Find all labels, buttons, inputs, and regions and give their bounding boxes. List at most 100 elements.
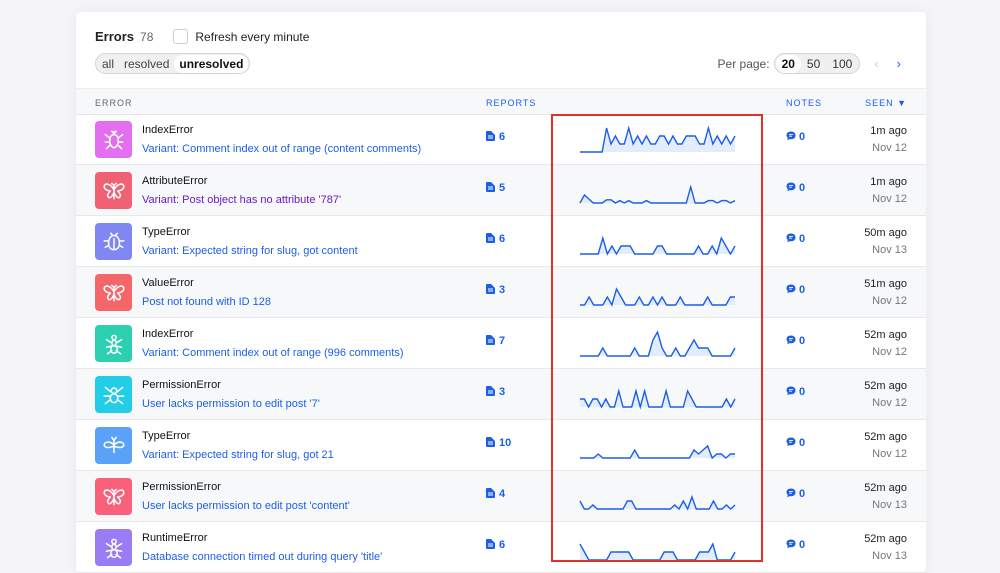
error-variant-link[interactable]: User lacks permission to edit post 'cont… bbox=[142, 500, 350, 512]
table-row[interactable]: PermissionError User lacks permission to… bbox=[76, 471, 926, 522]
notes-link[interactable]: 0 bbox=[786, 488, 805, 500]
comment-icon bbox=[786, 386, 796, 396]
reports-link[interactable]: 6 bbox=[486, 131, 505, 143]
notes-count: 0 bbox=[799, 335, 806, 347]
notes-link[interactable]: 0 bbox=[786, 131, 805, 143]
seen-date: Nov 12 bbox=[872, 142, 907, 154]
reports-link[interactable]: 10 bbox=[486, 437, 511, 449]
comment-icon bbox=[786, 233, 796, 243]
table-row[interactable]: TypeError Variant: Expected string for s… bbox=[76, 420, 926, 471]
notes-link[interactable]: 0 bbox=[786, 335, 805, 347]
reports-link[interactable]: 5 bbox=[486, 182, 505, 194]
per-page-selector: 20 50 100 bbox=[773, 53, 861, 74]
error-variant-link[interactable]: Variant: Comment index out of range (996… bbox=[142, 347, 403, 359]
reports-link[interactable]: 6 bbox=[486, 539, 505, 551]
col-seen[interactable]: SEEN ▼ bbox=[865, 98, 907, 108]
seen-relative: 51m ago bbox=[864, 278, 907, 290]
butterfly-icon bbox=[95, 478, 132, 515]
table-row[interactable]: ValueError Post not found with ID 128 3 … bbox=[76, 267, 926, 318]
error-variant-link[interactable]: Database connection timed out during que… bbox=[142, 551, 382, 563]
error-variant-link[interactable]: Variant: Comment index out of range (con… bbox=[142, 143, 421, 155]
document-icon bbox=[486, 386, 495, 396]
last-seen: 51m ago Nov 12 bbox=[864, 276, 907, 310]
comment-icon bbox=[786, 335, 796, 345]
filter-all[interactable]: all bbox=[97, 55, 119, 73]
per-page-100[interactable]: 100 bbox=[826, 55, 858, 73]
error-name[interactable]: PermissionError bbox=[142, 379, 221, 391]
per-page-20[interactable]: 20 bbox=[775, 54, 801, 73]
col-reports[interactable]: REPORTS bbox=[486, 98, 536, 108]
error-name[interactable]: ValueError bbox=[142, 277, 194, 289]
seen-date: Nov 13 bbox=[872, 499, 907, 511]
notes-link[interactable]: 0 bbox=[786, 284, 805, 296]
notes-link[interactable]: 0 bbox=[786, 386, 805, 398]
reports-link[interactable]: 3 bbox=[486, 284, 505, 296]
prev-page-button[interactable]: ‹ bbox=[874, 56, 878, 71]
seen-date: Nov 13 bbox=[872, 550, 907, 562]
notes-link[interactable]: 0 bbox=[786, 539, 805, 551]
notes-link[interactable]: 0 bbox=[786, 437, 805, 449]
refresh-checkbox[interactable] bbox=[173, 29, 189, 44]
sparkline-line bbox=[580, 388, 736, 410]
sparkline bbox=[580, 444, 735, 460]
error-name[interactable]: IndexError bbox=[142, 124, 193, 136]
reports-link[interactable]: 7 bbox=[486, 335, 505, 347]
document-icon bbox=[486, 488, 495, 498]
notes-link[interactable]: 0 bbox=[786, 233, 805, 245]
table-row[interactable]: IndexError Variant: Comment index out of… bbox=[76, 114, 926, 165]
seen-date: Nov 13 bbox=[872, 244, 907, 256]
seen-relative: 50m ago bbox=[864, 227, 907, 239]
table-row[interactable]: RuntimeError Database connection timed o… bbox=[76, 522, 926, 573]
next-page-button[interactable]: › bbox=[897, 56, 901, 71]
reports-count: 10 bbox=[499, 437, 512, 449]
last-seen: 52m ago Nov 13 bbox=[864, 480, 907, 514]
sparkline bbox=[580, 235, 736, 256]
table-row[interactable]: AttributeError Variant: Post object has … bbox=[76, 165, 926, 216]
error-variant-link[interactable]: Variant: Expected string for slug, got 2… bbox=[142, 449, 334, 461]
document-icon bbox=[486, 182, 495, 192]
reports-link[interactable]: 4 bbox=[486, 488, 505, 500]
notes-count: 0 bbox=[799, 437, 806, 449]
error-variant-link[interactable]: Post not found with ID 128 bbox=[142, 296, 271, 308]
sparkline bbox=[579, 494, 736, 511]
per-page-label: Per page: bbox=[717, 56, 770, 71]
butterfly-icon bbox=[95, 274, 132, 311]
filter-resolved[interactable]: resolved bbox=[119, 55, 174, 73]
error-name[interactable]: TypeError bbox=[142, 226, 190, 238]
col-notes[interactable]: NOTES bbox=[786, 98, 822, 108]
notes-count: 0 bbox=[799, 284, 806, 296]
reports-count: 6 bbox=[499, 131, 506, 143]
error-name[interactable]: AttributeError bbox=[142, 175, 207, 187]
table-row[interactable]: IndexError Variant: Comment index out of… bbox=[76, 318, 926, 369]
error-name[interactable]: TypeError bbox=[142, 430, 190, 442]
comment-icon bbox=[786, 182, 796, 192]
table-row[interactable]: TypeError Variant: Expected string for s… bbox=[76, 216, 926, 267]
per-page-50[interactable]: 50 bbox=[801, 55, 826, 73]
error-name[interactable]: PermissionError bbox=[142, 481, 221, 493]
sparkline bbox=[579, 184, 736, 204]
reports-count: 4 bbox=[499, 488, 506, 500]
error-name[interactable]: RuntimeError bbox=[142, 532, 207, 544]
sparkline bbox=[580, 287, 735, 307]
sparkline bbox=[580, 330, 736, 357]
error-variant-link[interactable]: User lacks permission to edit post '7' bbox=[142, 398, 320, 410]
reports-link[interactable]: 6 bbox=[486, 233, 505, 245]
filter-unresolved[interactable]: unresolved bbox=[174, 54, 249, 73]
notes-link[interactable]: 0 bbox=[786, 182, 805, 194]
document-icon bbox=[486, 131, 495, 141]
table-row[interactable]: PermissionError User lacks permission to… bbox=[76, 369, 926, 420]
comment-icon bbox=[786, 131, 796, 141]
sparkline-area bbox=[580, 332, 735, 356]
seen-relative: 52m ago bbox=[864, 431, 907, 443]
seen-relative: 52m ago bbox=[864, 380, 907, 392]
sparkline-line bbox=[580, 444, 735, 460]
refresh-label[interactable]: Refresh every minute bbox=[195, 30, 309, 44]
seen-relative: 52m ago bbox=[864, 482, 907, 494]
butterfly-icon bbox=[95, 172, 132, 209]
moth-icon bbox=[95, 427, 132, 464]
error-variant-link[interactable]: Variant: Post object has no attribute '7… bbox=[142, 194, 341, 206]
error-variant-link[interactable]: Variant: Expected string for slug, got c… bbox=[142, 245, 358, 257]
reports-link[interactable]: 3 bbox=[486, 386, 505, 398]
error-name[interactable]: IndexError bbox=[142, 328, 193, 340]
table-header: ERROR REPORTS NOTES SEEN ▼ bbox=[76, 88, 926, 115]
